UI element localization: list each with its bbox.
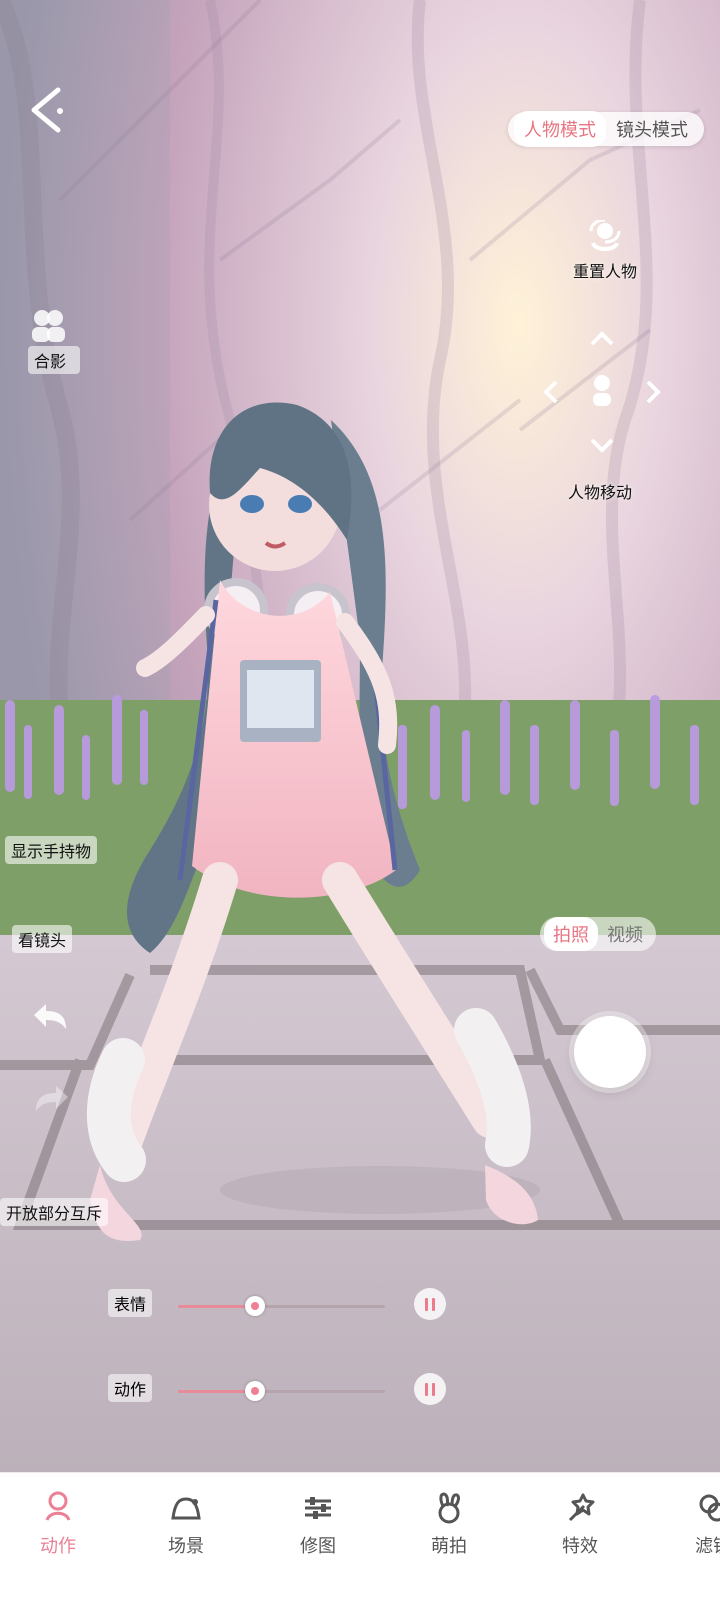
expression-slider-knob[interactable] — [245, 1296, 265, 1316]
pause-icon — [432, 1297, 435, 1311]
toolbar-label-cute-shot: 萌拍 — [431, 1536, 467, 1557]
motion-slider-knob[interactable] — [245, 1381, 265, 1401]
bottom-toolbar: 动作 场景 修图 萌拍 特效 滤镜 — [0, 1472, 720, 1601]
group-photo-button[interactable]: 合影 — [28, 304, 80, 374]
motion-pause-button[interactable] — [414, 1373, 446, 1405]
show-handheld-toggle[interactable]: 显示手持物 — [5, 836, 98, 864]
character-move-pad[interactable] — [540, 330, 664, 458]
toolbar-label-filter: 滤镜 — [695, 1536, 720, 1557]
toolbar-item-adjust[interactable]: 修图 — [273, 1491, 363, 1558]
reset-character-button[interactable]: 重置人物 — [568, 218, 642, 282]
open-interaction-toggle[interactable]: 开放部分互斥 — [0, 1198, 109, 1226]
back-arrow-icon — [31, 87, 63, 133]
group-photo-label: 合影 — [28, 346, 80, 374]
tab-video[interactable]: 视频 — [598, 917, 652, 951]
reset-character-icon — [589, 218, 621, 251]
back-button[interactable] — [24, 84, 76, 136]
undo-button[interactable] — [28, 998, 72, 1042]
tab-camera-mode[interactable]: 镜头模式 — [606, 111, 698, 147]
motion-slider[interactable] — [178, 1381, 385, 1401]
expression-label: 表情 — [108, 1289, 153, 1317]
motion-label: 动作 — [108, 1374, 153, 1402]
tab-character-mode[interactable]: 人物模式 — [514, 111, 606, 147]
toolbar-label-pose: 动作 — [40, 1536, 76, 1557]
character-move-label: 人物移动 — [568, 483, 633, 502]
direction-pad-icon — [543, 331, 661, 453]
expression-slider[interactable] — [178, 1296, 385, 1316]
look-at-camera-toggle[interactable]: 看镜头 — [12, 925, 73, 953]
motion-slider-row: 动作 — [108, 1368, 448, 1408]
reset-character-label: 重置人物 — [572, 262, 637, 281]
pause-icon — [425, 1297, 428, 1311]
toolbar-item-filter[interactable]: 滤镜 — [668, 1491, 720, 1558]
toolbar-label-adjust: 修图 — [300, 1536, 336, 1557]
toolbar-item-pose[interactable]: 动作 — [13, 1491, 103, 1558]
motion-slider-fill — [178, 1390, 255, 1393]
toolbar-item-cute-shot[interactable]: 萌拍 — [404, 1491, 494, 1558]
adjust-icon — [300, 1491, 336, 1525]
undo-icon — [34, 1004, 66, 1029]
toolbar-label-effects: 特效 — [562, 1536, 598, 1557]
scene-icon — [168, 1491, 204, 1525]
capture-mode-switch[interactable]: 拍照 视频 — [540, 917, 656, 951]
magic-wand-icon — [562, 1491, 598, 1525]
tab-photo[interactable]: 拍照 — [544, 917, 598, 951]
filter-icon — [695, 1491, 720, 1525]
pause-icon — [432, 1382, 435, 1396]
toolbar-item-effects[interactable]: 特效 — [535, 1491, 625, 1558]
redo-button[interactable] — [30, 1080, 74, 1124]
toolbar-label-scene: 场景 — [168, 1536, 204, 1557]
rabbit-icon — [431, 1491, 467, 1525]
expression-pause-button[interactable] — [414, 1288, 446, 1320]
expression-slider-fill — [178, 1305, 255, 1308]
shutter-button[interactable] — [574, 1016, 646, 1088]
pause-icon — [425, 1382, 428, 1396]
mode-switch[interactable]: 人物模式 镜头模式 — [508, 111, 704, 147]
expression-slider-row: 表情 — [108, 1283, 448, 1323]
toolbar-item-scene[interactable]: 场景 — [141, 1491, 231, 1558]
pose-icon — [40, 1491, 76, 1525]
group-photo-icon — [28, 304, 70, 346]
redo-icon — [36, 1086, 68, 1111]
